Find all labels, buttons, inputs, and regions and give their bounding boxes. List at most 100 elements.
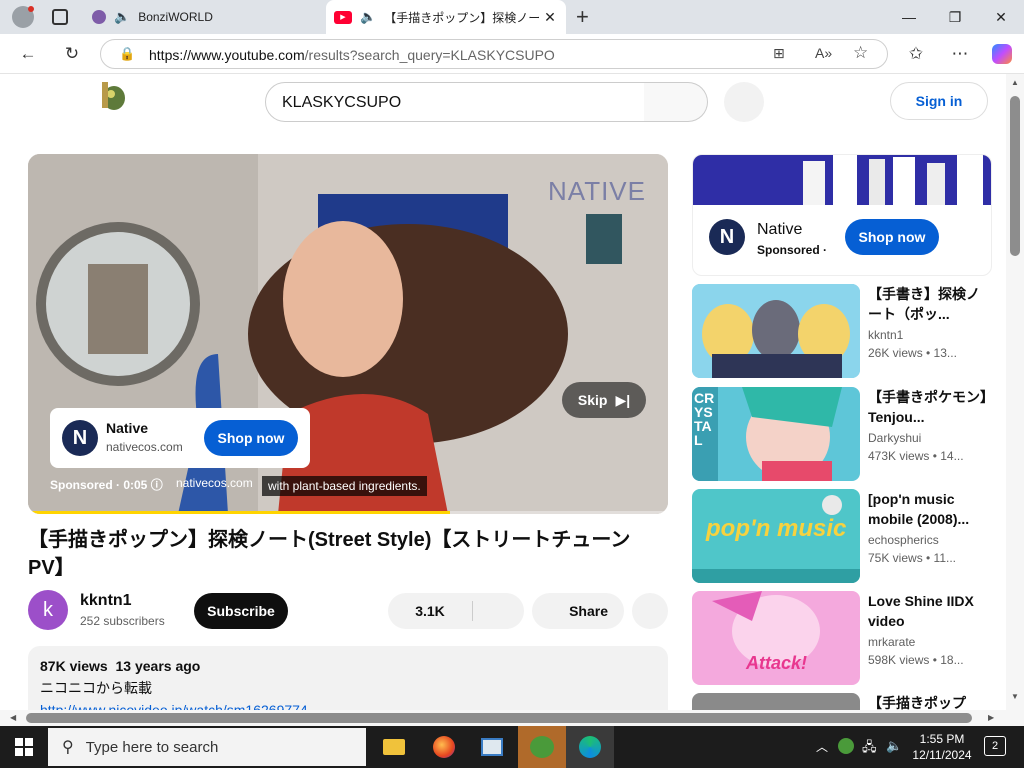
address-bar[interactable]: 🔒 https://www.youtube.com/results?search… (100, 39, 888, 69)
scroll-up-icon[interactable]: ▲ (1011, 78, 1019, 87)
url-path: /results?search_query=KLASKYCSUPO (304, 47, 555, 63)
recommendation-title[interactable]: 【手描きポップ (868, 693, 988, 710)
edge-icon[interactable] (566, 726, 614, 768)
recommendation-item[interactable]: 【手書き】探検ノート（ポッ... kkntn1 26K views • 13..… (692, 284, 992, 378)
network-icon[interactable]: 🖧 (862, 738, 877, 760)
video-thumbnail[interactable] (692, 693, 860, 710)
tab-title: BonziWORLD (138, 10, 213, 24)
bonzi-buddy-icon[interactable] (100, 80, 128, 112)
ad-watermark: NATIVE (548, 176, 646, 206)
video-title: 【手描きポップン】探検ノート(Street Style)【ストリートチューン P… (28, 529, 631, 579)
channel-name[interactable]: kkntn1 (80, 592, 132, 610)
restore-icon[interactable]: ❐ (932, 0, 978, 34)
refresh-icon[interactable]: ↻ (58, 40, 86, 68)
url-text[interactable]: https://www.youtube.com/results?search_q… (149, 47, 555, 63)
recommendation-item[interactable]: 【手描きポップ (692, 693, 992, 710)
ad-overlay-card[interactable]: N Native nativecos.com Shop now (50, 408, 310, 468)
clock[interactable]: 1:55 PM 12/11/2024 (912, 731, 972, 763)
recommendation-item[interactable]: pop'n music [pop'n music mobile (2008)..… (692, 489, 992, 583)
shop-now-button[interactable]: Shop now (204, 420, 298, 456)
more-actions-button[interactable] (632, 593, 668, 629)
taskbar-search[interactable]: ⚲ Type here to search (48, 728, 366, 766)
notification-count: 2 (991, 740, 999, 752)
recommendation-channel[interactable]: Darkyshui (868, 431, 988, 445)
sidebar-shop-now-button[interactable]: Shop now (845, 219, 939, 255)
ad-domain-overlay[interactable]: nativecos.com (176, 476, 253, 490)
recommendation-title[interactable]: 【手書きポケモン】Tenjou... (868, 387, 988, 427)
subscribe-button[interactable]: Subscribe (194, 593, 288, 629)
app-window-icon[interactable] (468, 726, 516, 768)
search-input[interactable]: KLASKYCSUPO (265, 82, 645, 122)
recommendation-title[interactable]: [pop'n music mobile (2008)... (868, 489, 988, 529)
recommendation-title[interactable]: 【手書き】探検ノート（ポッ... (868, 284, 988, 324)
bonziworld-favicon-icon (92, 10, 106, 24)
recommendation-title[interactable]: Love Shine IIDX video (868, 591, 988, 631)
speaker-icon[interactable]: 🔈 (360, 9, 376, 25)
tab-actions-icon[interactable] (52, 9, 68, 25)
share-button[interactable]: Share (532, 593, 624, 629)
video-thumbnail[interactable]: Attack! (692, 591, 860, 685)
horizontal-scroll-thumb[interactable] (26, 713, 972, 723)
close-tab-icon[interactable]: ✕ (540, 9, 560, 26)
recommendation-meta: 473K views • 14... (868, 449, 964, 463)
scroll-right-icon[interactable]: ▶ (988, 713, 994, 722)
caption-text: with plant-based ingredients. (262, 476, 427, 496)
thumbnail-text: CRYSTAL (694, 390, 715, 448)
like-dislike-group: 3.1K (388, 593, 524, 629)
scroll-left-icon[interactable]: ◀ (10, 713, 16, 722)
info-icon[interactable]: ⓘ (151, 478, 163, 492)
sign-in-button[interactable]: Sign in (890, 82, 988, 120)
read-aloud-icon[interactable]: A» (815, 45, 832, 61)
more-menu-icon[interactable]: ⋯ (946, 40, 974, 68)
lock-icon[interactable]: 🔒 (119, 46, 135, 62)
firefox-icon[interactable] (420, 726, 468, 768)
like-button[interactable]: 3.1K (388, 593, 472, 629)
bonzi-buddy-taskbar-icon[interactable] (518, 726, 566, 768)
file-explorer-icon[interactable] (370, 726, 418, 768)
notifications-icon[interactable]: 2 (984, 736, 1006, 756)
bonzi-tray-icon[interactable] (838, 738, 854, 754)
recommendation-channel[interactable]: mrkarate (868, 635, 988, 649)
recommendation-channel[interactable]: kkntn1 (868, 328, 988, 342)
video-thumbnail[interactable]: pop'n music (692, 489, 860, 583)
close-window-icon[interactable]: ✕ (978, 0, 1024, 34)
start-button[interactable] (0, 726, 48, 768)
tab-bonziworld[interactable]: 🔈 BonziWORLD (82, 0, 326, 34)
ad-progress-bar[interactable] (28, 511, 668, 514)
advertiser-domain: nativecos.com (106, 440, 183, 454)
sponsored-label: Sponsored · 0:05 ⓘ (50, 476, 163, 493)
skip-ad-button[interactable]: Skip ▶| (562, 382, 646, 418)
minimize-icon[interactable]: — (886, 0, 932, 34)
video-player[interactable]: NATIVE Skip ▶| N Native nativecos.com Sh… (28, 154, 668, 514)
video-thumbnail[interactable] (692, 284, 860, 378)
dislike-button[interactable] (473, 593, 524, 629)
speaker-icon[interactable]: 🔈 (114, 9, 130, 25)
like-count: 3.1K (415, 603, 445, 619)
description-link[interactable]: http://www.nicovideo.jp/watch/sm16269774 (40, 702, 656, 710)
vertical-scrollbar[interactable]: ▲ ▼ (1006, 74, 1024, 710)
sidebar-ad[interactable]: N Native Sponsored · Shop now (692, 154, 992, 276)
horizontal-scrollbar[interactable]: ◀ ▶ (0, 710, 1024, 726)
search-button[interactable] (644, 82, 708, 122)
favorites-icon[interactable]: ✩ (902, 40, 930, 68)
description-box[interactable]: 87K views 13 years ago ニコニコから転載 http://w… (28, 646, 668, 710)
favorite-star-icon[interactable]: ☆ (853, 43, 868, 63)
channel-avatar[interactable]: k (28, 590, 68, 630)
scroll-down-icon[interactable]: ▼ (1011, 692, 1019, 701)
app-available-icon[interactable]: ⊞ (773, 45, 785, 62)
view-count: 87K views (40, 658, 108, 674)
profile-alert-dot (28, 6, 34, 12)
copilot-icon[interactable] (988, 40, 1016, 68)
recommendation-channel[interactable]: echospherics (868, 533, 988, 547)
recommendation-item[interactable]: CRYSTAL 【手書きポケモン】Tenjou... Darkyshui 473… (692, 387, 992, 481)
volume-icon[interactable]: 🔈 (886, 738, 902, 754)
vertical-scroll-thumb[interactable] (1010, 96, 1020, 256)
tab-youtube-video[interactable]: ▶ 🔈 【手描きポップン】探検ノート(Stre ✕ (326, 0, 566, 34)
voice-search-button[interactable] (724, 82, 764, 122)
recommendation-item[interactable]: Attack! Love Shine IIDX video mrkarate 5… (692, 591, 992, 685)
video-thumbnail[interactable]: CRYSTAL (692, 387, 860, 481)
description-meta: 87K views 13 years ago (40, 658, 656, 674)
back-icon[interactable]: ← (14, 40, 42, 68)
new-tab-button[interactable]: + (576, 4, 589, 30)
chevron-up-icon[interactable]: ︿ (816, 738, 828, 755)
